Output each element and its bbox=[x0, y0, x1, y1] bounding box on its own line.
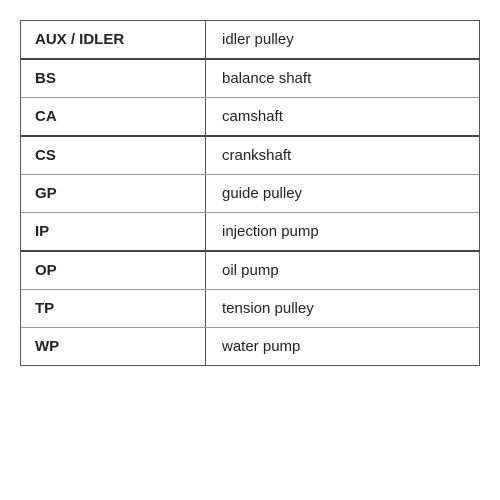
abbreviation-value: oil pump bbox=[206, 252, 479, 289]
abbreviation-value: tension pulley bbox=[206, 290, 479, 327]
abbreviation-key: CA bbox=[21, 98, 206, 135]
abbreviation-value: balance shaft bbox=[206, 60, 479, 97]
abbreviation-key: GP bbox=[21, 175, 206, 212]
table-row: TPtension pulley bbox=[21, 290, 479, 328]
abbreviation-value: water pump bbox=[206, 328, 479, 365]
table-row: AUX / IDLERidler pulley bbox=[21, 21, 479, 60]
table-row: GPguide pulley bbox=[21, 175, 479, 213]
table-row: CScrankshaft bbox=[21, 137, 479, 175]
abbreviation-key: OP bbox=[21, 252, 206, 289]
abbreviation-key: IP bbox=[21, 213, 206, 250]
abbreviation-table: AUX / IDLERidler pulleyBSbalance shaftCA… bbox=[20, 20, 480, 366]
abbreviation-key: BS bbox=[21, 60, 206, 97]
abbreviation-value: idler pulley bbox=[206, 21, 479, 58]
abbreviation-value: camshaft bbox=[206, 98, 479, 135]
abbreviation-key: AUX / IDLER bbox=[21, 21, 206, 58]
abbreviation-key: TP bbox=[21, 290, 206, 327]
table-row: BSbalance shaft bbox=[21, 60, 479, 98]
abbreviation-value: injection pump bbox=[206, 213, 479, 250]
table-row: CAcamshaft bbox=[21, 98, 479, 137]
abbreviation-value: crankshaft bbox=[206, 137, 479, 174]
abbreviation-value: guide pulley bbox=[206, 175, 479, 212]
abbreviation-key: WP bbox=[21, 328, 206, 365]
abbreviation-key: CS bbox=[21, 137, 206, 174]
table-row: WPwater pump bbox=[21, 328, 479, 365]
table-row: IPinjection pump bbox=[21, 213, 479, 252]
table-row: OPoil pump bbox=[21, 252, 479, 290]
